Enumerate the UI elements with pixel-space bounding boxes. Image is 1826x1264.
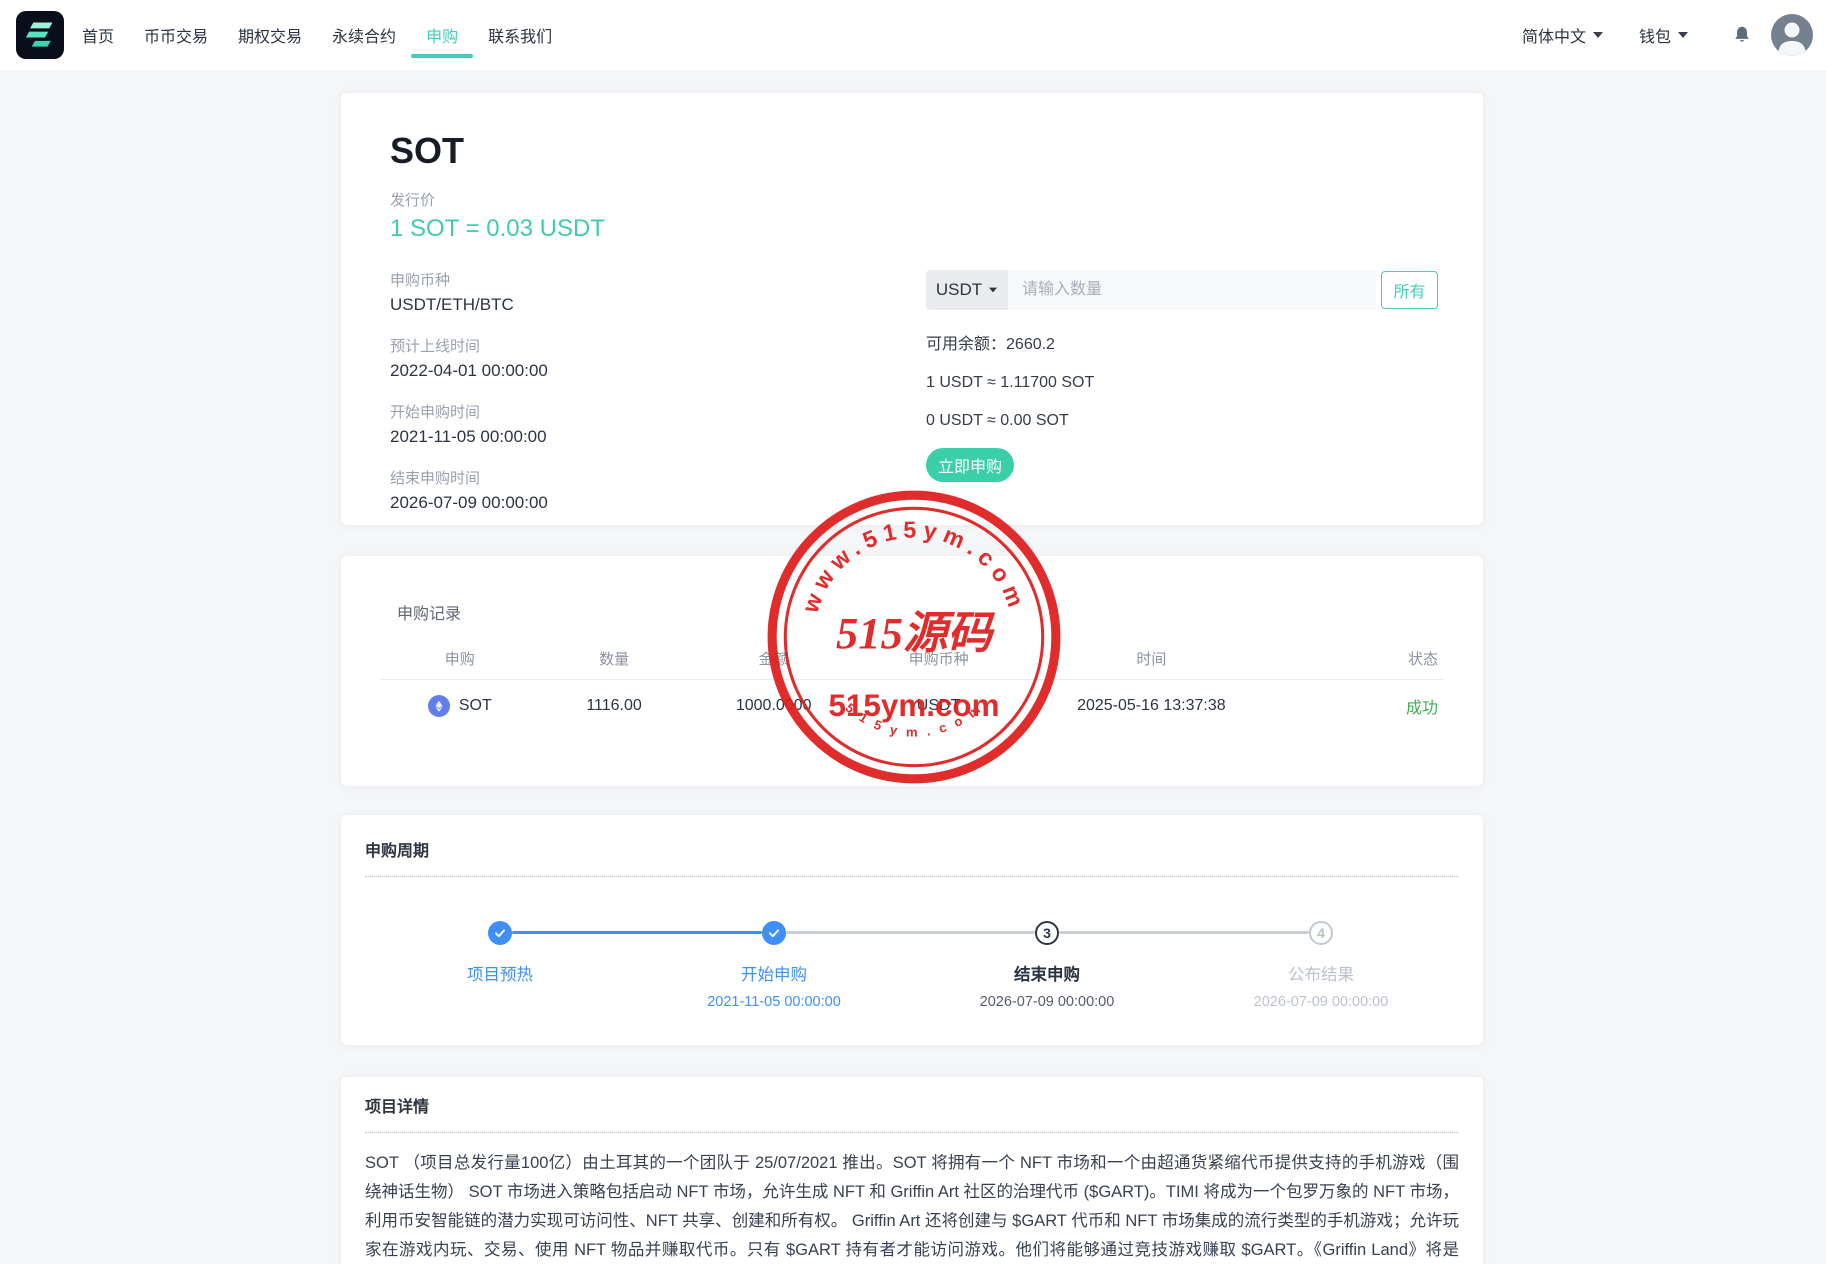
step-date: 2026-07-09 00:00:00 xyxy=(1254,994,1389,1010)
subscription-form: USDT 所有 可用余额：2660.2 1 USDT ≈ 1.11700 SOT… xyxy=(926,270,1438,482)
row-currency: USDT xyxy=(859,697,1019,715)
step-label: 开始申购 xyxy=(741,961,807,985)
page-body: SOT 发行价 1 SOT = 0.03 USDT 申购币种 USDT/ETH/… xyxy=(0,70,1826,1264)
subscribe-currency-label: 申购币种 xyxy=(390,269,605,290)
check-icon xyxy=(493,926,507,940)
all-button[interactable]: 所有 xyxy=(1381,271,1438,309)
col-header-quantity: 数量 xyxy=(540,648,689,669)
col-header-time: 时间 xyxy=(1018,648,1284,669)
project-details-card: 项目详情 SOT （项目总发行量100亿）由土耳其的一个团队于 25/07/20… xyxy=(341,1077,1483,1264)
amount-row: USDT 所有 xyxy=(926,270,1438,310)
nav-item-contact[interactable]: 联系我们 xyxy=(488,0,552,70)
step-number-circle: 3 xyxy=(1035,921,1059,945)
records-title: 申购记录 xyxy=(397,600,1483,624)
row-status-badge: 成功 xyxy=(1284,694,1444,718)
issue-price-label: 发行价 xyxy=(390,189,605,210)
issue-price-value: 1 SOT = 0.03 USDT xyxy=(390,215,605,243)
language-label: 简体中文 xyxy=(1522,23,1586,47)
dotted-divider xyxy=(365,1132,1459,1133)
launch-time-value: 2022-04-01 00:00:00 xyxy=(390,361,605,381)
wallet-menu[interactable]: 钱包 xyxy=(1639,23,1688,47)
token-cell: SOT xyxy=(380,695,540,717)
nav-item-spot-trade[interactable]: 币币交易 xyxy=(144,0,208,70)
row-time: 2025-05-16 13:37:38 xyxy=(1018,697,1284,715)
step-done-circle xyxy=(488,921,512,945)
step-end: 3 结束申购 2026-07-09 00:00:00 xyxy=(937,921,1157,1010)
step-preheat: 项目预热 xyxy=(390,921,610,985)
main-menu: 首页 币币交易 期权交易 永续合约 申购 联系我们 xyxy=(82,0,552,70)
token-name: SOT xyxy=(390,131,605,171)
chevron-down-icon xyxy=(1678,32,1688,38)
wallet-label: 钱包 xyxy=(1639,23,1671,47)
token-info-column: SOT 发行价 1 SOT = 0.03 USDT 申购币种 USDT/ETH/… xyxy=(390,131,605,533)
subscription-cycle-card: 申购周期 项目预热 开始申购 2 xyxy=(341,815,1483,1045)
step-number-circle: 4 xyxy=(1309,921,1333,945)
cycle-stepper: 项目预热 开始申购 2021-11-05 00:00:00 3 结束申购 202… xyxy=(341,877,1483,1017)
top-nav: 首页 币币交易 期权交易 永续合约 申购 联系我们 简体中文 钱包 xyxy=(0,0,1826,70)
step-label: 结束申购 xyxy=(1014,961,1080,985)
col-header-status: 状态 xyxy=(1284,648,1444,669)
check-icon xyxy=(767,926,781,940)
balance-line: 可用余额：2660.2 xyxy=(926,330,1438,354)
balance-label: 可用余额： xyxy=(926,336,1006,353)
end-time-label: 结束申购时间 xyxy=(390,467,605,488)
col-header-currency: 申购币种 xyxy=(859,648,1019,669)
nav-item-subscribe[interactable]: 申购 xyxy=(426,0,458,70)
nav-item-home[interactable]: 首页 xyxy=(82,0,114,70)
start-time-value: 2021-11-05 00:00:00 xyxy=(390,427,605,447)
currency-dropdown[interactable]: USDT xyxy=(926,270,1008,310)
nav-item-perpetual[interactable]: 永续合约 xyxy=(332,0,396,70)
row-token: SOT xyxy=(459,697,492,715)
nav-item-options-trade[interactable]: 期权交易 xyxy=(238,0,302,70)
brand-logo[interactable] xyxy=(16,11,64,59)
row-quantity: 1116.00 xyxy=(540,697,689,715)
subscribe-currency-value: USDT/ETH/BTC xyxy=(390,295,605,315)
records-header-row: 申购 数量 金额 申购币种 时间 状态 xyxy=(380,648,1444,669)
subscribe-now-button[interactable]: 立即申购 xyxy=(926,448,1014,482)
start-time-label: 开始申购时间 xyxy=(390,401,605,422)
token-subscription-card: SOT 发行价 1 SOT = 0.03 USDT 申购币种 USDT/ETH/… xyxy=(341,93,1483,525)
amount-input[interactable] xyxy=(1008,270,1376,310)
rate-line: 1 USDT ≈ 1.11700 SOT xyxy=(926,374,1438,392)
step-label: 项目预热 xyxy=(467,961,533,985)
cycle-title: 申购周期 xyxy=(365,837,1483,861)
chevron-down-icon xyxy=(989,288,997,293)
step-date: 2026-07-09 00:00:00 xyxy=(980,994,1115,1010)
brand-logo-icon xyxy=(20,15,60,55)
col-header-token: 申购 xyxy=(380,648,540,669)
launch-time-label: 预计上线时间 xyxy=(390,335,605,356)
convert-line: 0 USDT ≈ 0.00 SOT xyxy=(926,412,1438,430)
step-announce: 4 公布结果 2026-07-09 00:00:00 xyxy=(1211,921,1431,1010)
table-row: SOT 1116.00 1000.0000 USDT 2025-05-16 13… xyxy=(380,680,1444,732)
chevron-down-icon xyxy=(1593,32,1603,38)
step-label: 公布结果 xyxy=(1288,961,1354,985)
language-selector[interactable]: 简体中文 xyxy=(1522,23,1603,47)
details-paragraph: SOT （项目总发行量100亿）由土耳其的一个团队于 25/07/2021 推出… xyxy=(365,1149,1459,1264)
step-start: 开始申购 2021-11-05 00:00:00 xyxy=(664,921,884,1010)
step-done-circle xyxy=(762,921,786,945)
currency-selected: USDT xyxy=(936,280,982,300)
col-header-amount: 金额 xyxy=(689,648,859,669)
person-icon xyxy=(1771,14,1813,56)
end-time-value: 2026-07-09 00:00:00 xyxy=(390,493,605,513)
notification-bell-icon[interactable] xyxy=(1731,24,1753,46)
row-amount: 1000.0000 xyxy=(689,697,859,715)
user-avatar[interactable] xyxy=(1771,14,1813,56)
details-title: 项目详情 xyxy=(365,1093,1483,1117)
balance-value: 2660.2 xyxy=(1006,336,1055,353)
eth-coin-icon xyxy=(428,695,450,717)
step-date: 2021-11-05 00:00:00 xyxy=(707,994,841,1010)
subscription-records-card: 申购记录 申购 数量 金额 申购币种 时间 状态 SOT xyxy=(341,556,1483,786)
nav-right-cluster: 简体中文 钱包 xyxy=(1522,14,1813,56)
